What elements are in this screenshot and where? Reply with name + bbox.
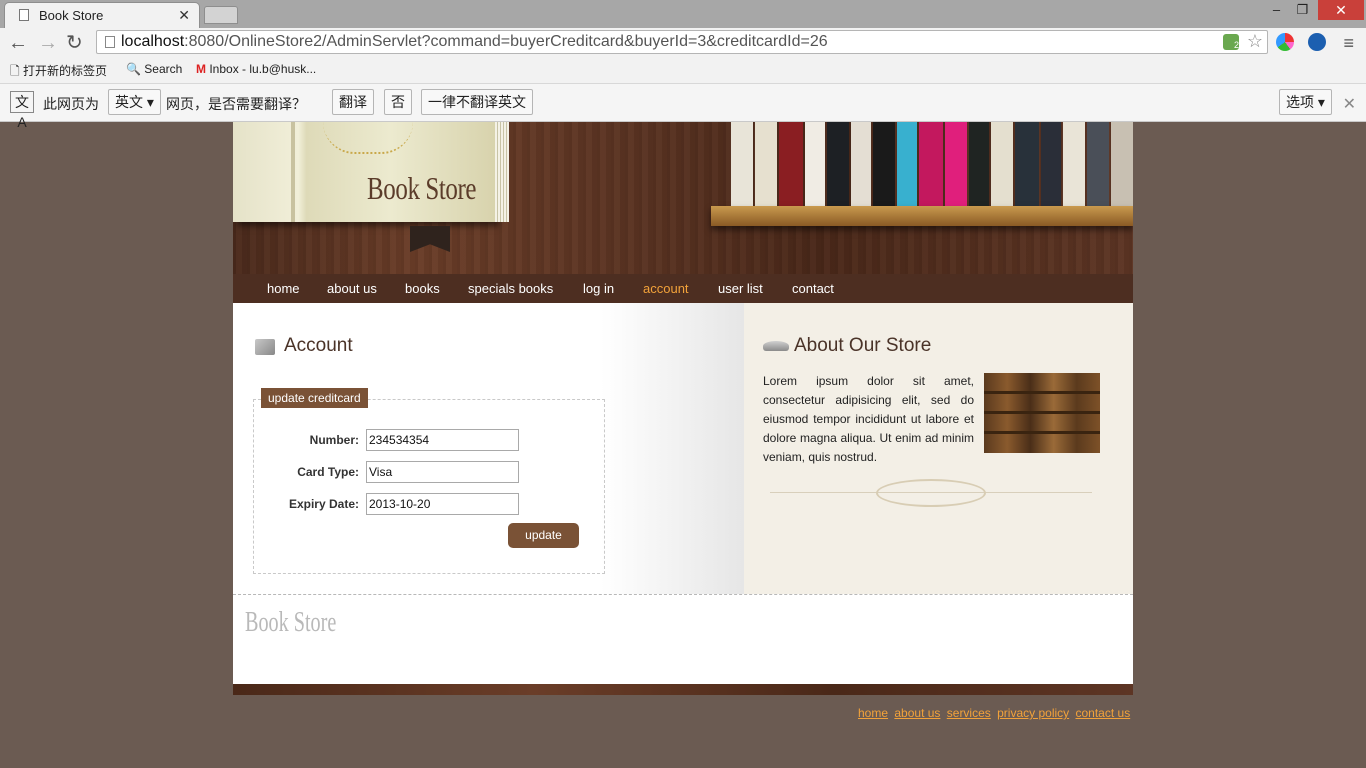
- bookmarks-bar: 🗋 打开新的标签页 🔍 Search M Inbox - lu.b@husk..…: [0, 58, 1366, 84]
- divider-ornament: [876, 479, 986, 507]
- browser-titlebar: Book Store ✕ – ❐ ✕: [0, 0, 1366, 28]
- nav-about-us[interactable]: about us: [327, 281, 377, 296]
- bookshelf-books-graphic: [731, 122, 1133, 206]
- nav-account[interactable]: account: [643, 281, 689, 296]
- footer-link-services[interactable]: services: [947, 706, 991, 720]
- bookmark-search[interactable]: 🔍 Search: [126, 62, 182, 76]
- box-icon: [255, 339, 275, 355]
- nav-home[interactable]: home: [267, 281, 300, 296]
- footer-link-privacy-policy[interactable]: privacy policy: [997, 706, 1069, 720]
- site: Book Store home about us books specials …: [233, 122, 1133, 720]
- footer: Book Store: [233, 594, 1133, 684]
- about-heading: About Our Store: [794, 335, 932, 356]
- bookmark-star-icon[interactable]: ☆: [1247, 31, 1263, 52]
- extension-icon[interactable]: 2: [1223, 34, 1239, 50]
- forward-icon[interactable]: →: [38, 32, 58, 54]
- address-bar[interactable]: localhost:8080/OnlineStore2/AdminServlet…: [96, 30, 1268, 54]
- nav-log-in[interactable]: log in: [583, 281, 614, 296]
- nav-contact[interactable]: contact: [792, 281, 834, 296]
- footer-wood-bar: [233, 684, 1133, 695]
- footer-link-contact-us[interactable]: contact us: [1076, 706, 1131, 720]
- restore-icon[interactable]: ❐: [1289, 0, 1316, 20]
- chrome-extension-icon[interactable]: [1276, 33, 1294, 51]
- bookmark-inbox[interactable]: M Inbox - lu.b@husk...: [196, 62, 316, 76]
- browser-tab[interactable]: Book Store ✕: [4, 2, 200, 28]
- minimize-icon[interactable]: –: [1263, 0, 1290, 20]
- page-icon: [105, 36, 115, 48]
- nav-specials-books[interactable]: specials books: [468, 281, 553, 296]
- expiry-date-input[interactable]: [366, 493, 519, 515]
- number-label: Number:: [309, 433, 359, 447]
- translate-options-button[interactable]: 选项 ▾: [1279, 89, 1332, 115]
- browser-toolbar: ← → ↻ localhost:8080/OnlineStore2/AdminS…: [0, 28, 1366, 58]
- card-type-label: Card Type:: [297, 465, 359, 479]
- bookmark-new-tab[interactable]: 🗋 打开新的标签页: [10, 62, 107, 83]
- page-icon: [19, 9, 29, 21]
- new-tab-button[interactable]: [204, 6, 238, 24]
- nav-books[interactable]: books: [405, 281, 440, 296]
- never-translate-button[interactable]: 一律不翻译英文: [421, 89, 533, 115]
- bookstore-photo: [984, 373, 1100, 453]
- menu-icon[interactable]: ≡: [1343, 33, 1354, 54]
- expiry-date-label: Expiry Date:: [288, 497, 359, 511]
- account-panel: Account update creditcard Number: Card T…: [233, 303, 744, 594]
- translate-bar: 文A 此网页为 英文 ▾ 网页，是否需要翻译？ 翻译 否 一律不翻译英文 选项 …: [0, 84, 1366, 130]
- translate-button[interactable]: 翻译: [332, 89, 374, 115]
- translate-icon: 文A: [10, 91, 34, 130]
- url-path: :8080/OnlineStore2/AdminServlet?command=…: [184, 33, 828, 50]
- translate-prefix: 此网页为: [43, 96, 99, 112]
- footer-logo: Book Store: [245, 607, 337, 638]
- url-text[interactable]: localhost:8080/OnlineStore2/AdminServlet…: [121, 33, 828, 51]
- account-heading: Account: [284, 335, 353, 356]
- close-tab-icon[interactable]: ✕: [178, 7, 190, 24]
- reload-icon[interactable]: ↻: [66, 32, 83, 54]
- site-header: Book Store: [233, 122, 1133, 274]
- nav-user-list[interactable]: user list: [718, 281, 763, 296]
- translate-close-icon[interactable]: ✕: [1343, 94, 1356, 114]
- footer-link-about-us[interactable]: about us: [894, 706, 940, 720]
- about-panel: About Our Store Lorem ipsum dolor sit am…: [744, 303, 1133, 594]
- window-close-icon[interactable]: ✕: [1318, 0, 1364, 20]
- about-text: Lorem ipsum dolor sit amet, consectetur …: [763, 374, 974, 464]
- number-input[interactable]: [366, 429, 519, 451]
- book-icon: [763, 341, 789, 351]
- update-button[interactable]: update: [508, 523, 579, 548]
- tab-title: Book Store: [39, 8, 104, 23]
- footer-link-home[interactable]: home: [858, 706, 888, 720]
- card-type-input[interactable]: [366, 461, 519, 483]
- url-host: localhost: [121, 33, 185, 50]
- footer-links: home about us services privacy policy co…: [858, 706, 1133, 720]
- no-translate-button[interactable]: 否: [384, 89, 412, 115]
- language-select[interactable]: 英文 ▾: [108, 89, 161, 115]
- ie-tab-icon[interactable]: [1308, 33, 1326, 51]
- translate-question: 网页，是否需要翻译？: [166, 96, 306, 112]
- content-area: Account update creditcard Number: Card T…: [233, 303, 1133, 594]
- back-icon[interactable]: ←: [8, 32, 28, 54]
- creditcard-legend: update creditcard: [261, 388, 368, 408]
- gmail-icon: M: [196, 62, 206, 76]
- ornament-graphic: [323, 122, 413, 154]
- main-nav: home about us books specials books log i…: [233, 274, 1133, 303]
- shelf-graphic: [711, 206, 1133, 226]
- site-logo[interactable]: Book Store: [367, 170, 477, 207]
